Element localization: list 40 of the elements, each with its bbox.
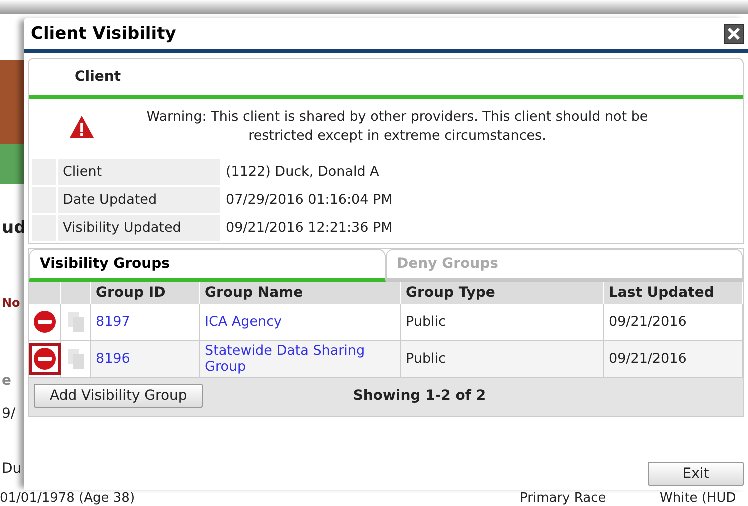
remove-icon [32,347,56,371]
group-name-link[interactable]: Statewide Data Sharing Group [205,343,395,375]
group-id-link[interactable]: 8197 [96,314,130,330]
group-id-link[interactable]: 8196 [96,351,130,367]
column-header: Group Type [401,282,604,304]
close-button[interactable] [724,24,744,44]
copy-icon [66,311,84,333]
detail-label: Client [58,159,220,185]
background-label: Primary Race [520,492,606,506]
detail-label: Date Updated [58,187,220,213]
warning-message: Warning: This client is shared by other providers. This client should not be restricted except in extreme circumstances. [146,108,650,146]
column-header: Group Name [200,282,401,304]
background-text: 01/01/1978 (Age 38) [0,492,136,506]
table-cell: Public [401,304,604,341]
page-tab-bar [0,144,24,184]
background-text: No [2,296,20,310]
background-text: White (HUD [660,492,736,506]
table-cell: Public [401,341,604,378]
close-icon [726,26,742,42]
warning-icon [69,115,95,139]
column-header: Last Updated [604,282,743,304]
table-cell: 09/21/2016 [604,341,743,378]
dialog-title: Client Visibility [31,24,176,44]
background-text: 9/ [2,406,16,422]
exit-button[interactable]: Exit [648,462,744,486]
tab[interactable]: Visibility Groups [29,249,386,282]
column-header: Group ID [91,282,200,304]
background-text: e [2,373,12,389]
group-name-link[interactable]: ICA Agency [205,314,282,330]
copy-icon [66,348,84,370]
detail-label: Visibility Updated [58,215,220,241]
detail-value: (1122) Duck, Donald A [225,163,380,182]
add-group-button[interactable]: Add Visibility Group [34,384,204,408]
detail-value: 09/21/2016 12:21:36 PM [225,219,394,238]
pager-text: Showing 1-2 of 2 [353,388,486,404]
table-cell: 09/21/2016 [604,304,743,341]
detail-value: 07/29/2016 01:16:04 PM [225,191,394,210]
background-text: Du [2,461,22,477]
section-title: Client [75,69,122,85]
remove-icon [32,310,56,334]
